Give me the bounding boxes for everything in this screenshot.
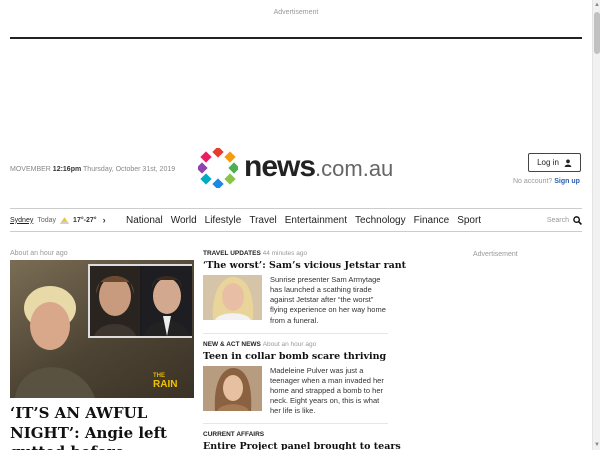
story-summary: Madeleine Pulver was just a teenager whe… <box>270 365 384 416</box>
main-navigation: Sydney Today 17°-27° › National World Li… <box>10 208 582 232</box>
logo-dots-icon <box>198 148 238 188</box>
nav-item-sport[interactable]: Sport <box>457 215 481 226</box>
site-logo[interactable]: news.com.au <box>198 148 398 190</box>
story-item[interactable]: TRAVEL UPDATES 44 minutes ago ‘The worst… <box>203 250 406 334</box>
lead-story[interactable]: About an hour ago THE RAIN ‘IT’S AN AWFU… <box>10 250 194 450</box>
story-category-label: CURRENT AFFAIRS <box>203 431 265 439</box>
lead-story-headline[interactable]: ‘IT’S AN AWFUL NIGHT’: Angie left gutted… <box>10 404 194 450</box>
story-time: 44 minutes ago <box>262 250 308 257</box>
login-label: Log in <box>537 158 559 167</box>
login-button[interactable]: Log in <box>528 153 581 172</box>
story-item[interactable]: NEW & ACT NEWS About an hour ago Teen in… <box>203 341 388 425</box>
no-account-prompt: No account? Sign up <box>513 178 580 185</box>
story-body: Madeleine Pulver was just a teenager whe… <box>203 365 388 417</box>
story-category-label: TRAVEL UPDATES <box>203 250 261 257</box>
sidebar-ad-label: Advertisement <box>473 251 518 258</box>
nav-item-lifestyle[interactable]: Lifestyle <box>205 215 242 226</box>
lead-story-time: About an hour ago <box>10 250 68 257</box>
logo-word: news <box>244 150 316 183</box>
partly-sunny-icon <box>60 216 70 224</box>
story-category-label: NEW & ACT NEWS <box>203 340 261 348</box>
logo-domain: .com.au <box>315 156 394 181</box>
lead-image-person <box>15 286 95 398</box>
chevron-right-icon[interactable]: › <box>103 215 106 225</box>
story-title[interactable]: ‘The worst’: Sam’s vicious Jetstar rant <box>203 260 406 271</box>
story-title[interactable]: Teen in collar bomb scare thriving <box>203 351 388 362</box>
scroll-down-arrow-icon[interactable]: ▼ <box>594 441 600 449</box>
signup-link[interactable]: Sign up <box>554 178 580 185</box>
show-logo: THE RAIN <box>153 373 177 390</box>
current-date: Thursday, October 31st, 2019 <box>83 166 176 173</box>
no-account-text: No account? <box>513 178 553 185</box>
scrollbar-thumb[interactable] <box>594 12 600 54</box>
nav-item-technology[interactable]: Technology <box>355 215 406 226</box>
story-thumbnail[interactable] <box>203 365 262 411</box>
logo-wordmark: news.com.au <box>244 150 393 184</box>
search-icon <box>573 215 582 225</box>
story-thumbnail[interactable] <box>203 275 262 320</box>
weather-day: Today <box>37 216 57 224</box>
user-icon <box>564 159 572 167</box>
search-label: Search <box>546 216 569 224</box>
nav-item-travel[interactable]: Travel <box>249 215 276 226</box>
story-title[interactable]: Entire Project panel brought to tears <box>203 441 401 450</box>
nav-links: National World Lifestyle Travel Entertai… <box>126 209 481 231</box>
story-time: About an hour ago <box>262 340 317 348</box>
show-logo-main: RAIN <box>153 378 178 390</box>
nav-item-world[interactable]: World <box>171 215 197 226</box>
story-list: TRAVEL UPDATES 44 minutes ago ‘The worst… <box>203 250 406 450</box>
story-body: Sunrise presenter Sam Armytage has launc… <box>203 275 388 326</box>
weather-temps: 17°-27° <box>73 216 97 224</box>
top-ad-divider <box>10 37 582 39</box>
story-category: NEW & ACT NEWS About an hour ago <box>203 341 388 348</box>
lead-story-image[interactable]: THE RAIN <box>10 260 194 398</box>
page-scrollbar[interactable]: ▲ ▼ <box>592 0 600 450</box>
weather-widget[interactable]: Sydney Today 17°-27° › <box>10 209 106 231</box>
nav-item-national[interactable]: National <box>126 215 163 226</box>
story-category: CURRENT AFFAIRS <box>203 431 388 438</box>
current-time: 12:16pm <box>52 166 82 173</box>
story-item[interactable]: CURRENT AFFAIRS Entire Project panel bro… <box>203 431 401 450</box>
inset-face-left <box>90 266 140 336</box>
inset-face-right <box>142 266 192 336</box>
nav-item-finance[interactable]: Finance <box>414 215 450 226</box>
nav-item-entertainment[interactable]: Entertainment <box>285 215 347 226</box>
top-ad-label: Advertisement <box>273 9 319 16</box>
lead-image-inset <box>88 264 192 338</box>
masthead-date: MOVEMBER 12:16pm Thursday, October 31st,… <box>10 166 175 173</box>
story-summary: Sunrise presenter Sam Armytage has launc… <box>270 275 386 325</box>
search-button[interactable]: Search <box>547 209 582 231</box>
date-prefix: MOVEMBER <box>10 166 51 173</box>
story-category: TRAVEL UPDATES 44 minutes ago <box>203 250 388 257</box>
weather-city[interactable]: Sydney <box>10 217 33 224</box>
scroll-up-arrow-icon[interactable]: ▲ <box>594 1 600 9</box>
